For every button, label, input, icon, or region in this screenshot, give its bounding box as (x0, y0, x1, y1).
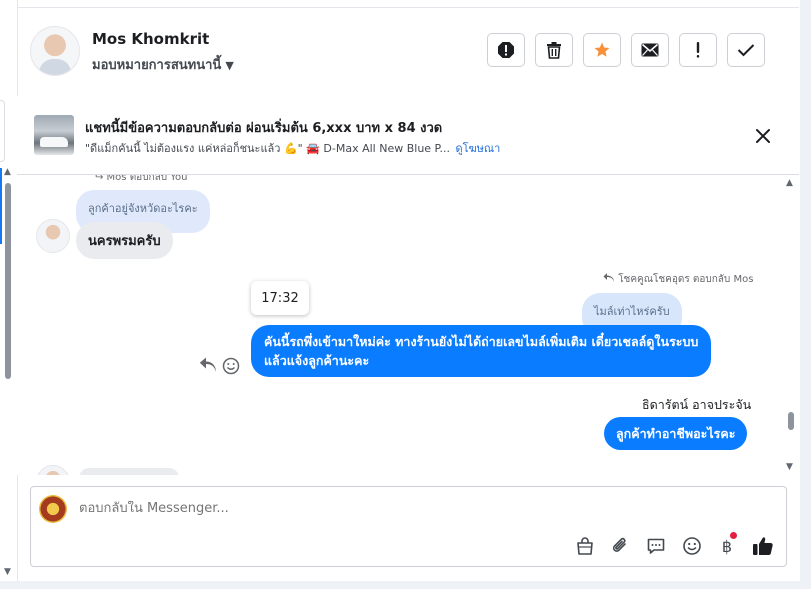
reply-icon (199, 357, 216, 372)
shop-button[interactable] (574, 535, 596, 557)
scroll-down-arrow-icon[interactable]: ▼ (4, 567, 11, 577)
left-panel-tab[interactable] (0, 100, 5, 162)
notification-dot (730, 532, 737, 539)
mail-icon (641, 43, 659, 57)
emoji-react-icon (222, 357, 240, 375)
mark-unread-button[interactable] (631, 33, 669, 67)
bag-icon (577, 537, 593, 555)
left-selection-indicator (0, 168, 2, 244)
ad-context-banner: แชทนี้มีข้อความตอบกลับต่อ ผ่อนเริ่มต้น 6… (17, 96, 799, 175)
message-input[interactable] (79, 501, 579, 516)
ad-thumbnail[interactable] (34, 115, 74, 155)
contact-avatar-small-2[interactable] (36, 465, 70, 475)
sender-name: ธิดารัตน์ อาจประจัน (642, 397, 752, 412)
report-spam-button[interactable] (487, 33, 525, 67)
star-button[interactable] (583, 33, 621, 67)
baht-icon: ฿ (721, 536, 733, 556)
follow-up-button[interactable] (679, 33, 717, 67)
timestamp-tooltip: 17:32 (251, 281, 309, 315)
like-icon (753, 537, 773, 555)
delete-button[interactable] (535, 33, 573, 67)
close-banner-button[interactable] (753, 126, 773, 146)
assign-conversation-dropdown[interactable]: มอบหมายการสนทนานี้ ▼ (92, 54, 234, 75)
ad-subtitle: "ดีแม็กคันนี้ ไม่ต้องแรง แค่หล่อก็ชนะแล้… (85, 139, 500, 157)
reply-context-2: โชคคูณโชคอุดร ตอบกลับ Mos (603, 272, 753, 287)
message-thread[interactable]: ↪ Mos ตอบกลับ You ลูกค้าอยู่จังหวัดอะไรค… (17, 175, 782, 475)
saved-reply-icon (647, 538, 665, 554)
thread-scroll-down-icon[interactable]: ▼ (786, 462, 793, 472)
emoji-icon (683, 537, 701, 555)
thread-scrollbar[interactable]: ▲ ▼ (784, 178, 798, 472)
scroll-up-arrow-icon[interactable]: ▲ (4, 167, 11, 177)
page-avatar (39, 495, 67, 523)
left-scroll-thumb[interactable] (5, 183, 11, 379)
outgoing-message-1[interactable]: คันนี้รถพึ่งเข้ามาใหม่ค่ะ ทางร้านยังไม่ไ… (251, 325, 712, 377)
report-icon (498, 42, 514, 58)
inbox-window: ▲ ▼ Mos Khomkrit มอบหมายการสนทนานี้ ▼ แช… (0, 0, 800, 581)
contact-name[interactable]: Mos Khomkrit (92, 30, 209, 48)
saved-replies-button[interactable] (645, 535, 667, 557)
reply-action-button[interactable] (199, 357, 217, 377)
close-icon (756, 129, 770, 143)
react-button[interactable] (222, 357, 240, 379)
like-button[interactable] (752, 535, 774, 557)
thread-scroll-up-icon[interactable]: ▲ (786, 178, 793, 188)
thread-scroll-thumb[interactable] (788, 412, 794, 430)
trash-icon (547, 42, 561, 59)
outgoing-message-1-line2: แล้วแจ้งลูกค้านะคะ (264, 353, 370, 368)
assign-label: มอบหมายการสนทนานี้ (92, 58, 222, 73)
outgoing-message-1-line1: คันนี้รถพึ่งเข้ามาใหม่ค่ะ ทางร้านยังไม่ไ… (264, 334, 699, 349)
attach-button[interactable] (609, 535, 631, 557)
reply-context-2-text: โชคคูณโชคอุดร ตอบกลับ Mos (618, 274, 754, 285)
payment-button[interactable]: ฿ (716, 532, 738, 557)
view-ad-link[interactable]: ดูโฆษณา (455, 142, 500, 155)
incoming-message-partial[interactable] (79, 468, 179, 475)
chevron-down-icon: ▼ (225, 59, 234, 72)
exclamation-icon (696, 42, 700, 58)
conversation-header: Mos Khomkrit มอบหมายการสนทนานี้ ▼ (17, 7, 799, 97)
star-icon (594, 42, 610, 57)
contact-avatar[interactable] (30, 26, 80, 76)
emoji-button[interactable] (681, 535, 703, 557)
message-composer: ฿ (30, 486, 787, 567)
reply-arrow-icon (603, 273, 614, 282)
ad-title: แชทนี้มีข้อความตอบกลับต่อ ผ่อนเริ่มต้น 6… (85, 121, 443, 136)
incoming-message[interactable]: นครพรมครับ (76, 222, 173, 259)
outgoing-message-2[interactable]: ลูกค้าทำอาชีพอะไรคะ (604, 417, 748, 450)
attachment-icon (612, 537, 626, 552)
check-icon (737, 44, 755, 57)
left-scrollbar[interactable]: ▲ ▼ (3, 165, 15, 577)
mark-done-button[interactable] (727, 33, 765, 67)
reply-context-1: ↪ Mos ตอบกลับ You (95, 175, 188, 183)
contact-avatar-small[interactable] (36, 219, 70, 253)
ad-subtitle-text: "ดีแม็กคันนี้ ไม่ต้องแรง แค่หล่อก็ชนะแล้… (85, 142, 450, 155)
left-panel-edge: ▲ ▼ (0, 0, 18, 581)
